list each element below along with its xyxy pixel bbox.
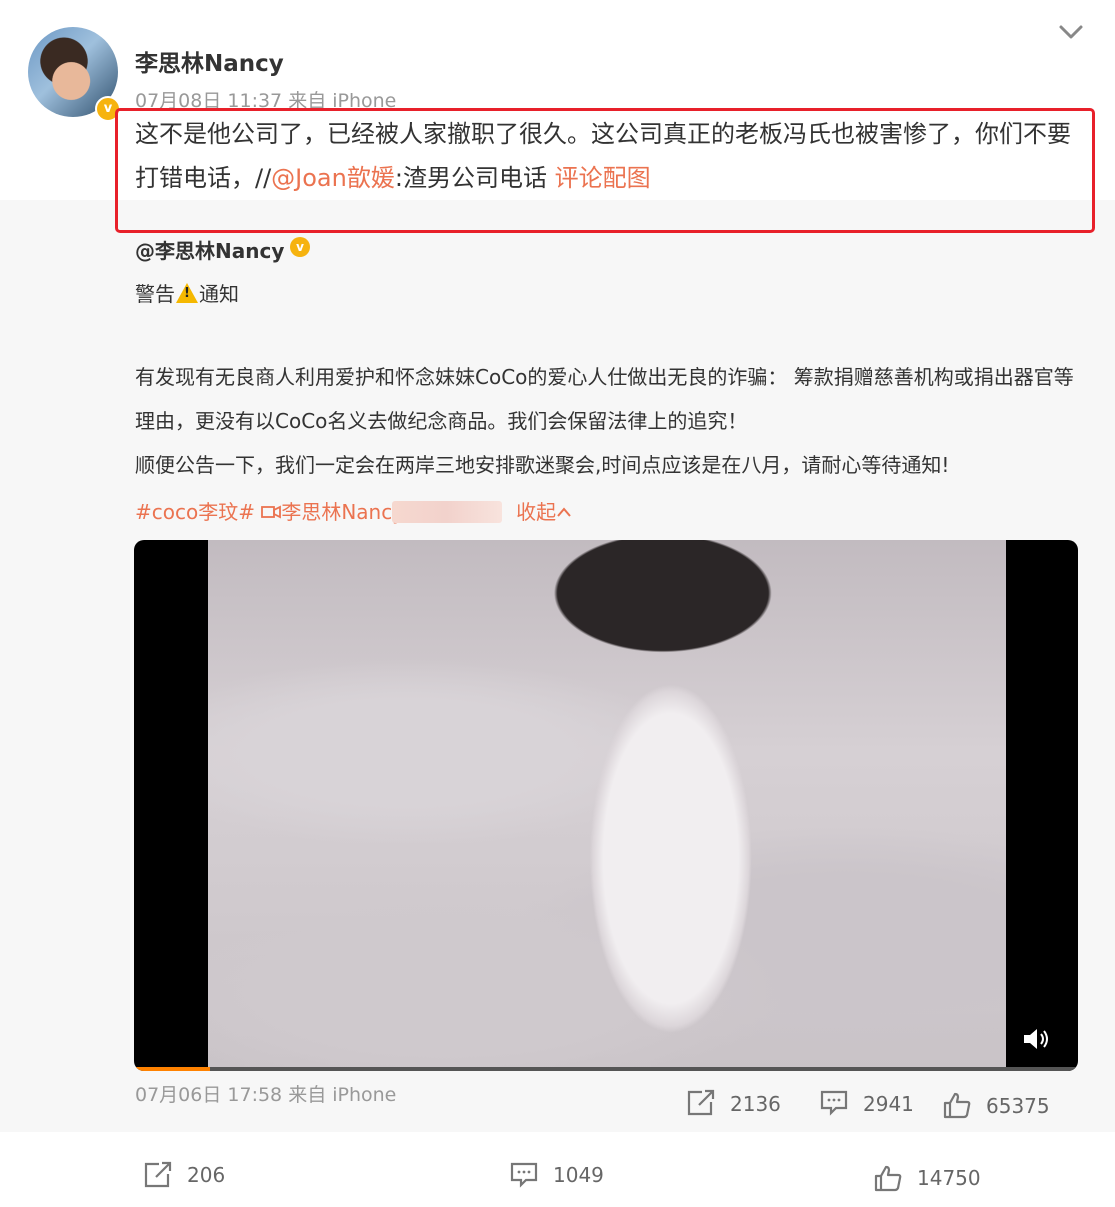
video-progress-fill bbox=[134, 1067, 210, 1071]
volume-icon[interactable] bbox=[1022, 1027, 1052, 1051]
video-progress-track[interactable] bbox=[134, 1067, 1078, 1071]
chevron-down-icon[interactable] bbox=[1054, 16, 1088, 50]
original-like-count: 65375 bbox=[986, 1094, 1050, 1118]
comment-icon bbox=[510, 1162, 538, 1188]
original-repost-count: 2136 bbox=[730, 1092, 781, 1116]
blurred-region bbox=[392, 501, 502, 523]
video-player[interactable] bbox=[134, 540, 1078, 1071]
video-link[interactable]: 李思林Nancy bbox=[281, 500, 404, 524]
original-timestamp[interactable]: 07月06日 17:58 来自 iPhone bbox=[135, 1080, 396, 1107]
repost-button[interactable]: 206 bbox=[143, 1161, 225, 1189]
like-icon bbox=[943, 1092, 971, 1119]
comment-button[interactable]: 1049 bbox=[509, 1161, 604, 1189]
chevron-up-icon bbox=[557, 507, 571, 517]
original-comment-button[interactable]: 2941 bbox=[819, 1089, 914, 1117]
original-paragraph-1: 有发现有无良商人利用爱护和怀念妹妹CoCo的爱心人仕做出无良的诈骗： 筹款捐赠慈… bbox=[135, 365, 1074, 433]
comment-count: 1049 bbox=[553, 1163, 604, 1187]
warning-line: 警告通知 bbox=[135, 278, 239, 307]
warning-icon bbox=[176, 283, 198, 303]
repost-icon bbox=[687, 1089, 715, 1116]
original-author-link[interactable]: @李思林Nancy bbox=[135, 235, 284, 264]
original-paragraph-2: 顺便公告一下，我们一定会在两岸三地安排歌迷聚会,时间点应该是在八月，请耐心等待通… bbox=[135, 453, 950, 477]
original-repost-button[interactable]: 2136 bbox=[686, 1089, 781, 1117]
comment-icon bbox=[820, 1090, 848, 1116]
original-comment-count: 2941 bbox=[863, 1092, 914, 1116]
repost-count: 206 bbox=[187, 1163, 226, 1187]
verified-icon: v bbox=[290, 237, 310, 257]
author-name[interactable]: 李思林Nancy bbox=[135, 44, 284, 78]
highlight-annotation-box bbox=[115, 108, 1095, 233]
like-button[interactable]: 14750 bbox=[873, 1164, 981, 1192]
hashtag-link[interactable]: #coco李玟# bbox=[135, 500, 255, 524]
video-frame bbox=[208, 540, 1006, 1071]
original-like-button[interactable]: 65375 bbox=[942, 1091, 1050, 1119]
like-count: 14750 bbox=[917, 1166, 981, 1190]
collapse-button[interactable]: 收起 bbox=[516, 500, 572, 524]
warning-right-text: 通知 bbox=[199, 282, 239, 306]
like-icon bbox=[874, 1165, 902, 1192]
video-camera-icon bbox=[261, 505, 282, 519]
repost-icon bbox=[144, 1161, 172, 1188]
tag-line: #coco李玟# 李思林Nancy 收起 bbox=[135, 496, 572, 525]
warning-left-text: 警告 bbox=[135, 282, 175, 306]
